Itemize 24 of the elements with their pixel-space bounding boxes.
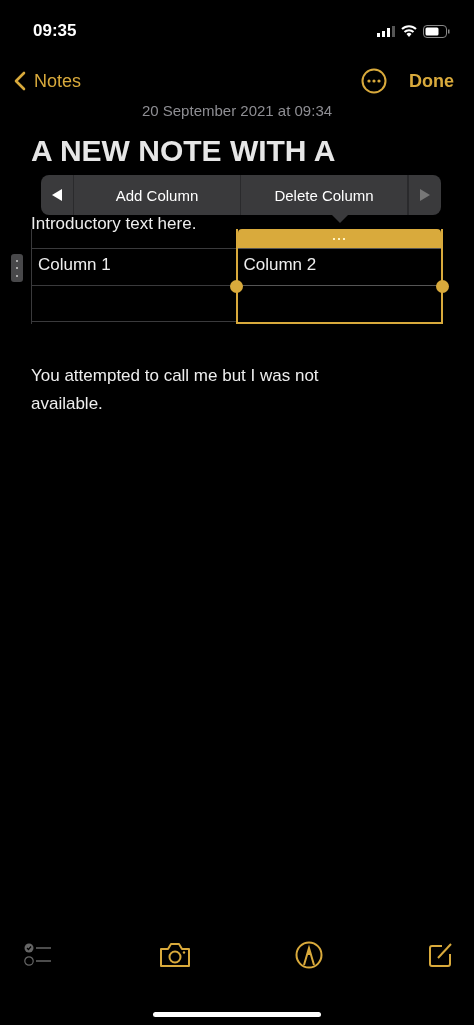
wifi-icon — [401, 25, 417, 37]
menu-item[interactable]: Add Column — [74, 175, 241, 215]
signal-icon — [377, 25, 395, 37]
intro-text: Introductory text here. — [31, 214, 197, 234]
camera-icon[interactable] — [158, 942, 191, 968]
more-icon[interactable] — [361, 68, 387, 94]
triangle-left-icon — [52, 189, 62, 201]
checklist-icon[interactable] — [24, 942, 54, 968]
status-time: 09:35 — [33, 21, 77, 41]
row-handle[interactable] — [11, 254, 23, 282]
note-date: 20 September 2021 at 09:34 — [140, 102, 334, 121]
body-text: You attempted to call me but I was not available. — [31, 365, 320, 415]
column-handle[interactable] — [237, 229, 441, 248]
back-button[interactable]: Notes — [14, 70, 82, 92]
compose-icon[interactable] — [427, 942, 454, 968]
table-cell: Column 1 — [32, 248, 236, 285]
chevron-left-icon — [14, 71, 26, 91]
battery-icon — [423, 24, 450, 38]
done-button[interactable]: Done — [409, 70, 454, 92]
triangle-right-icon — [420, 189, 430, 201]
note-title: A NEW NOTE WITH A — [31, 133, 337, 169]
pen-tip-icon[interactable] — [295, 941, 324, 969]
selection-handle[interactable] — [229, 280, 243, 293]
selection-handle[interactable] — [436, 280, 449, 293]
